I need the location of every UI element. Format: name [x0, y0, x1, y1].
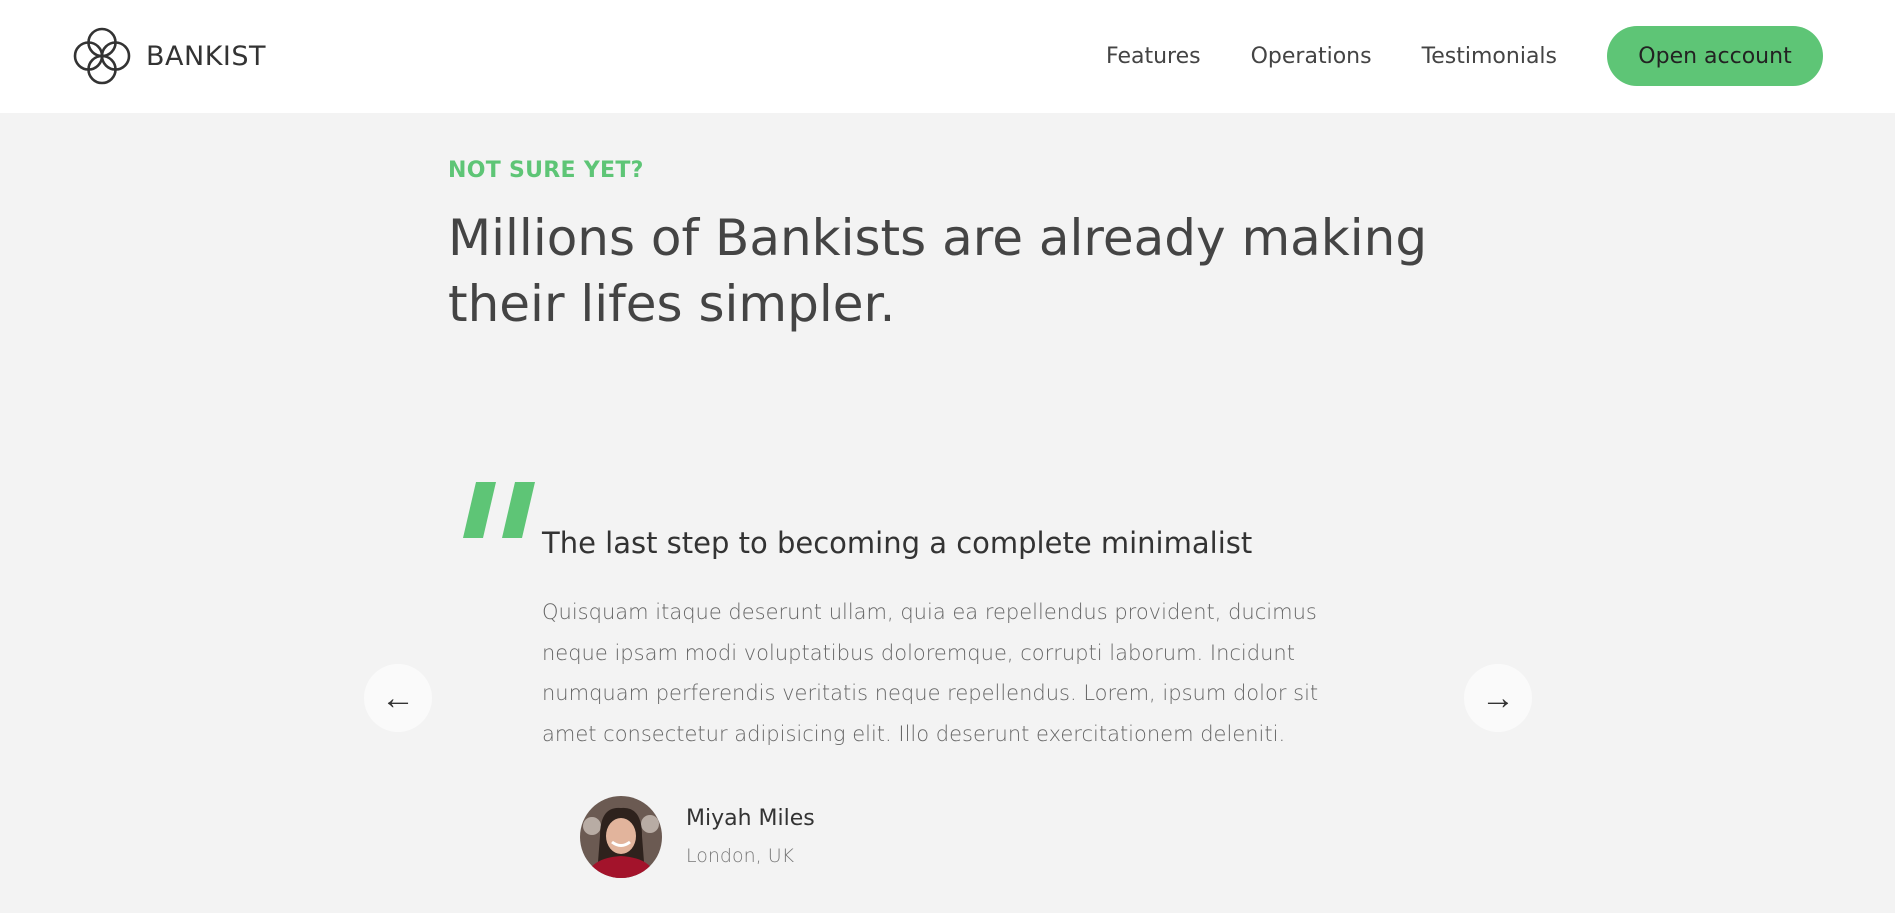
nav-link-operations[interactable]: Operations	[1251, 44, 1372, 69]
nav-link-features[interactable]: Features	[1106, 44, 1201, 69]
author-location: London, UK	[686, 845, 795, 867]
section-title: Millions of Bankists are already making …	[448, 209, 1428, 333]
author-name: Miyah Miles	[686, 806, 815, 831]
open-account-button[interactable]: Open account	[1607, 26, 1823, 86]
arrow-right-icon: →	[1481, 678, 1515, 717]
author-avatar	[580, 796, 662, 878]
testimonial-title: The last step to becoming a complete min…	[542, 526, 1253, 560]
slider-prev-button[interactable]: ←	[364, 664, 432, 732]
brand-logo[interactable]: BANKIST	[72, 26, 266, 86]
nav-links: Features Operations Testimonials Open ac…	[1106, 26, 1823, 86]
nav-link-testimonials[interactable]: Testimonials	[1422, 44, 1557, 69]
brand-name: BANKIST	[146, 40, 266, 72]
arrow-left-icon: ←	[381, 678, 415, 717]
slider-next-button[interactable]: →	[1464, 664, 1532, 732]
quote-mark-icon	[462, 482, 536, 540]
section-eyebrow: NOT SURE YET?	[448, 158, 644, 183]
top-navbar: BANKIST Features Operations Testimonials…	[0, 0, 1895, 113]
testimonial-text: Quisquam itaque deserunt ullam, quia ea …	[542, 600, 1319, 746]
bankist-logo-icon	[72, 26, 132, 86]
